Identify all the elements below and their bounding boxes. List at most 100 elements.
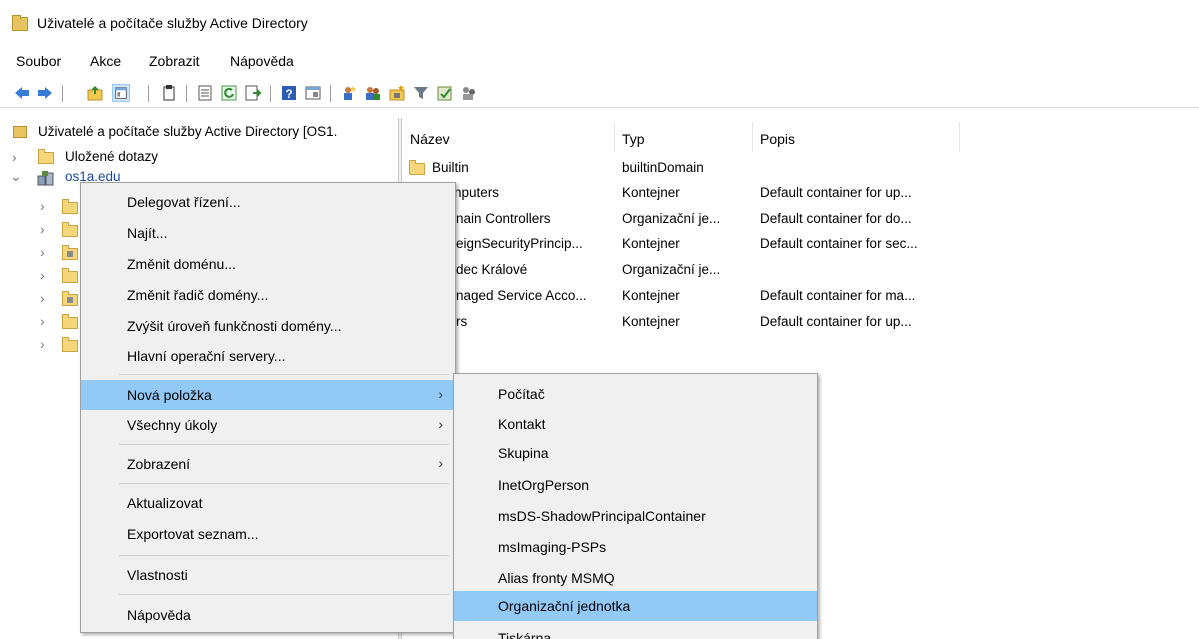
clipboard-icon[interactable] xyxy=(160,84,178,102)
title-bar: Uživatelé a počítače služby Active Direc… xyxy=(0,0,1199,44)
row-name[interactable]: naged Service Acco... xyxy=(456,288,587,303)
toolbar-separator xyxy=(186,85,187,102)
menu-item-operations-masters[interactable]: Hlavní operační servery... xyxy=(81,341,455,371)
help-icon[interactable]: ? xyxy=(280,84,298,102)
chevron-right-icon[interactable]: › xyxy=(40,336,45,352)
forward-arrow-icon[interactable] xyxy=(36,84,54,102)
submenu-item-msmq-alias[interactable]: Alias fronty MSMQ xyxy=(454,563,817,593)
snapin-icon xyxy=(13,126,27,138)
menu-item-export-list[interactable]: Exportovat seznam... xyxy=(81,519,455,549)
window-title: Uživatelé a počítače služby Active Direc… xyxy=(37,15,308,31)
menu-soubor[interactable]: Soubor xyxy=(16,53,61,69)
chevron-down-icon[interactable]: ⌄ xyxy=(10,168,22,185)
ou-folder-icon xyxy=(62,245,78,260)
find-users-icon[interactable] xyxy=(460,84,478,102)
row-name[interactable]: rs xyxy=(456,314,467,329)
row-description: Default container for up... xyxy=(760,314,912,329)
filter-icon[interactable] xyxy=(412,84,430,102)
menu-item-help[interactable]: Nápověda xyxy=(81,600,455,630)
menu-napoveda[interactable]: Nápověda xyxy=(230,53,294,69)
submenu-new: Počítač Kontakt Skupina InetOrgPerson ms… xyxy=(453,373,818,639)
properties-icon[interactable] xyxy=(196,84,214,102)
menu-separator xyxy=(119,483,449,484)
up-folder-icon[interactable] xyxy=(86,84,104,102)
chevron-right-icon: › xyxy=(438,386,443,402)
folder-icon xyxy=(38,149,54,164)
submenu-item-msimaging-psps[interactable]: msImaging-PSPs xyxy=(454,532,817,562)
submenu-item-shadow-principal[interactable]: msDS-ShadowPrincipalContainer xyxy=(454,501,817,531)
svg-text:?: ? xyxy=(285,87,292,101)
chevron-right-icon[interactable]: › xyxy=(12,149,17,165)
folder-icon xyxy=(409,160,425,175)
row-type: Organizační je... xyxy=(622,211,721,226)
menu-item-view[interactable]: Zobrazení › xyxy=(81,449,455,479)
chevron-right-icon[interactable]: › xyxy=(40,267,45,283)
toolbar-divider xyxy=(0,107,1199,108)
column-separator[interactable] xyxy=(959,122,960,152)
new-user-icon[interactable] xyxy=(340,84,358,102)
menu-item-all-tasks[interactable]: Všechny úkoly › xyxy=(81,410,455,440)
column-header-type[interactable]: Typ xyxy=(622,131,645,147)
column-separator[interactable] xyxy=(614,122,615,152)
column-separator[interactable] xyxy=(752,122,753,152)
toolbar-separator xyxy=(148,85,149,102)
row-type: Organizační je... xyxy=(622,262,721,277)
row-name[interactable]: eignSecurityPrincip... xyxy=(456,236,583,251)
menu-akce[interactable]: Akce xyxy=(90,53,121,69)
row-name[interactable]: Builtin xyxy=(432,160,469,175)
menu-item-find[interactable]: Najít... xyxy=(81,218,455,248)
toolbar-separator xyxy=(62,85,63,102)
menu-zobrazit[interactable]: Zobrazit xyxy=(149,53,200,69)
add-to-group-icon[interactable] xyxy=(436,84,454,102)
menu-item-properties[interactable]: Vlastnosti xyxy=(81,560,455,590)
row-description: Default container for sec... xyxy=(760,236,918,251)
folder-icon xyxy=(62,268,78,283)
refresh-icon[interactable] xyxy=(220,84,238,102)
row-name[interactable]: nain Controllers xyxy=(456,211,551,226)
new-group-icon[interactable] xyxy=(364,84,382,102)
menu-item-new[interactable]: Nová položka › xyxy=(81,380,455,410)
chevron-right-icon[interactable]: › xyxy=(40,313,45,329)
new-ou-icon[interactable] xyxy=(388,84,406,102)
show-tree-icon[interactable] xyxy=(112,84,130,102)
chevron-right-icon[interactable]: › xyxy=(40,244,45,260)
submenu-item-printer[interactable]: Tiskárna xyxy=(454,623,817,639)
menu-item-change-domain[interactable]: Změnit doménu... xyxy=(81,249,455,279)
row-description: Default container for ma... xyxy=(760,288,916,303)
submenu-item-contact[interactable]: Kontakt xyxy=(454,409,817,439)
row-type: Kontejner xyxy=(622,288,680,303)
row-type: builtinDomain xyxy=(622,160,704,175)
console-icon[interactable] xyxy=(304,84,322,102)
submenu-item-group[interactable]: Skupina xyxy=(454,438,817,468)
tree-root-label: Uživatelé a počítače služby Active Direc… xyxy=(38,124,338,139)
chevron-right-icon[interactable]: › xyxy=(40,221,45,237)
chevron-right-icon: › xyxy=(438,455,443,471)
row-name[interactable]: nputers xyxy=(454,185,499,200)
menu-item-refresh[interactable]: Aktualizovat xyxy=(81,488,455,518)
context-menu: Delegovat řízení... Najít... Změnit domé… xyxy=(80,182,456,633)
chevron-right-icon: › xyxy=(438,416,443,432)
menu-item-raise-domain-level[interactable]: Zvýšit úroveň funkčnosti domény... xyxy=(81,311,455,341)
domain-icon xyxy=(37,171,54,186)
back-arrow-icon[interactable] xyxy=(13,84,31,102)
menu-separator xyxy=(119,594,449,595)
column-header-name[interactable]: Název xyxy=(410,131,450,147)
column-header-description[interactable]: Popis xyxy=(760,131,795,147)
toolbar-separator xyxy=(270,85,271,102)
ou-folder-icon xyxy=(62,291,78,306)
menu-item-delegate-control[interactable]: Delegovat řízení... xyxy=(81,187,455,217)
submenu-item-organizational-unit[interactable]: Organizační jednotka xyxy=(454,591,817,621)
row-name[interactable]: dec Králové xyxy=(456,262,527,277)
chevron-right-icon[interactable]: › xyxy=(40,198,45,214)
submenu-item-computer[interactable]: Počítač xyxy=(454,379,817,409)
chevron-right-icon[interactable]: › xyxy=(40,290,45,306)
export-list-icon[interactable] xyxy=(244,84,262,102)
tree-item-label: Uložené dotazy xyxy=(65,149,159,164)
row-description: Default container for up... xyxy=(760,185,912,200)
menu-separator xyxy=(119,374,449,375)
submenu-item-inetorgperson[interactable]: InetOrgPerson xyxy=(454,470,817,500)
menu-separator xyxy=(119,444,449,445)
menu-item-change-dc[interactable]: Změnit řadič domény... xyxy=(81,280,455,310)
toolbar-separator xyxy=(330,85,331,102)
row-type: Kontejner xyxy=(622,236,680,251)
